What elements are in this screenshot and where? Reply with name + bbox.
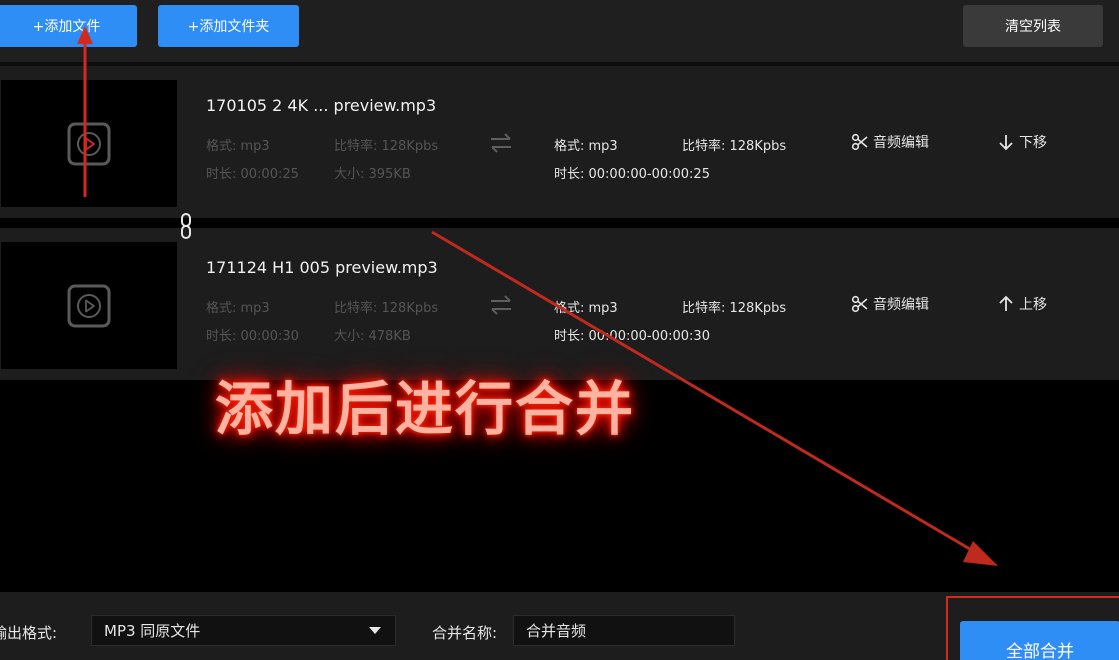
output-format-label: 输出格式: bbox=[0, 624, 58, 642]
source-format: 格式: mp3 bbox=[206, 301, 270, 316]
source-bitrate: 比特率: 128Kpbs bbox=[334, 139, 439, 154]
move-down-button[interactable]: 下移 bbox=[997, 132, 1047, 152]
file-name: 170105 2 4K ... preview.mp3 bbox=[206, 96, 437, 115]
merge-all-button[interactable]: 全部合并 bbox=[960, 621, 1119, 660]
merge-name-label: 合并名称: bbox=[432, 624, 498, 642]
file-thumbnail[interactable] bbox=[1, 80, 177, 207]
output-duration: 时长: 00:00:00-00:00:30 bbox=[554, 329, 710, 344]
output-format-value: MP3 同原文件 bbox=[104, 622, 201, 640]
caret-down-icon bbox=[369, 627, 381, 634]
convert-arrows-icon bbox=[491, 133, 511, 153]
audio-edit-button[interactable]: 音频编辑 bbox=[851, 294, 929, 314]
merge-name-input[interactable] bbox=[513, 615, 735, 646]
audio-edit-label: 音频编辑 bbox=[873, 135, 929, 151]
file-thumbnail[interactable] bbox=[1, 242, 177, 369]
play-icon[interactable] bbox=[67, 122, 111, 166]
play-icon[interactable] bbox=[67, 284, 111, 328]
audio-edit-label: 音频编辑 bbox=[873, 297, 929, 313]
file-list: 170105 2 4K ... preview.mp3 格式: mp3 比特率:… bbox=[0, 66, 1119, 592]
add-file-button[interactable]: +添加文件 bbox=[0, 5, 137, 47]
file-name: 171124 H1 005 preview.mp3 bbox=[206, 258, 438, 277]
output-bitrate: 比特率: 128Kpbs bbox=[682, 139, 787, 154]
link-icon[interactable] bbox=[177, 212, 195, 240]
source-duration: 时长: 00:00:25 bbox=[206, 167, 299, 182]
move-down-label: 下移 bbox=[1019, 135, 1047, 151]
source-format: 格式: mp3 bbox=[206, 139, 270, 154]
annotation-text: 添加后进行合并 bbox=[215, 375, 636, 443]
file-row[interactable]: 171124 H1 005 preview.mp3 格式: mp3 比特率: 1… bbox=[0, 228, 1119, 380]
source-size: 大小: 478KB bbox=[334, 329, 411, 344]
file-row[interactable]: 170105 2 4K ... preview.mp3 格式: mp3 比特率:… bbox=[0, 66, 1119, 218]
source-bitrate: 比特率: 128Kpbs bbox=[334, 301, 439, 316]
output-bitrate: 比特率: 128Kpbs bbox=[682, 301, 787, 316]
add-folder-button[interactable]: +添加文件夹 bbox=[158, 5, 299, 47]
audio-edit-button[interactable]: 音频编辑 bbox=[851, 132, 929, 152]
move-up-button[interactable]: 上移 bbox=[997, 294, 1047, 314]
source-duration: 时长: 00:00:30 bbox=[206, 329, 299, 344]
arrow-up-icon bbox=[999, 295, 1013, 311]
arrow-down-icon bbox=[999, 135, 1013, 151]
move-up-label: 上移 bbox=[1019, 297, 1047, 313]
scissors-icon bbox=[851, 295, 868, 313]
scissors-icon bbox=[851, 133, 868, 151]
clear-list-button[interactable]: 清空列表 bbox=[963, 5, 1103, 47]
output-duration: 时长: 00:00:00-00:00:25 bbox=[554, 167, 710, 182]
convert-arrows-icon bbox=[491, 295, 511, 315]
output-format-select[interactable]: MP3 同原文件 bbox=[91, 615, 396, 646]
output-format: 格式: mp3 bbox=[554, 139, 618, 154]
source-size: 大小: 395KB bbox=[334, 167, 411, 182]
output-format: 格式: mp3 bbox=[554, 301, 618, 316]
